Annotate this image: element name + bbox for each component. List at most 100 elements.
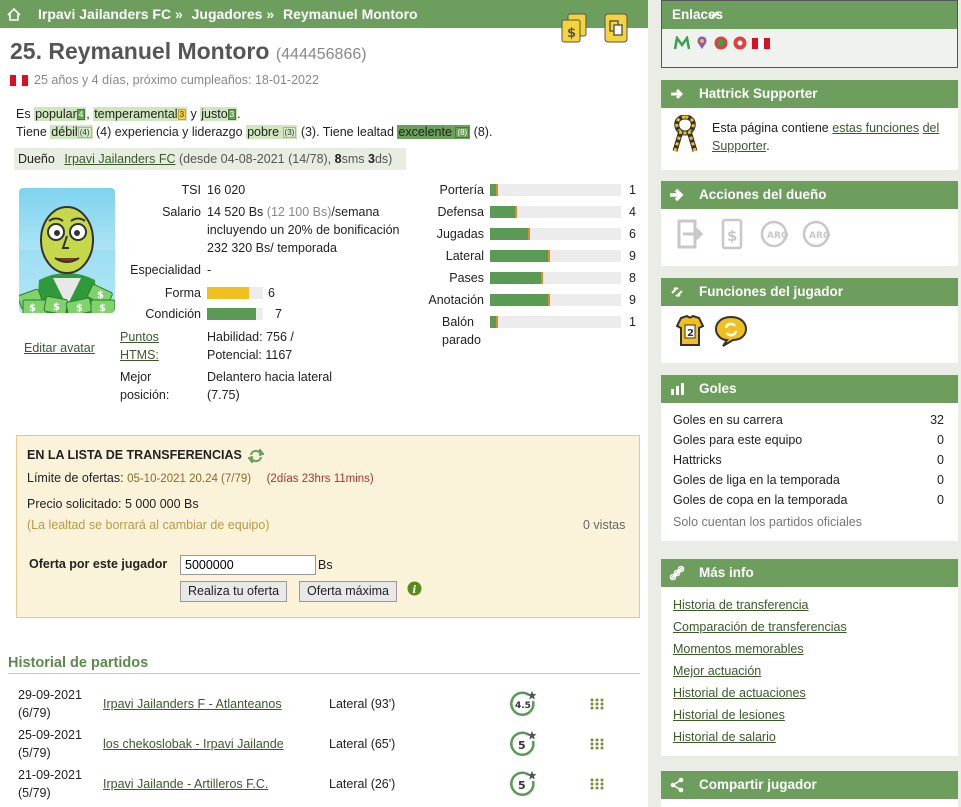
temperamental-level: 3: [177, 109, 187, 121]
skill-value: 1: [629, 315, 636, 329]
goals-box: Goles Goles en su carrera 32 Goles para e…: [661, 375, 958, 541]
best-performance-link[interactable]: Mejor actuación: [661, 660, 958, 682]
make-offer-button[interactable]: Realiza tu oferta: [180, 581, 288, 602]
transfer-compare-link[interactable]: Comparación de transferencias: [661, 616, 958, 638]
memorable-moments-link[interactable]: Momentos memorables: [661, 638, 958, 660]
star-rating-value: 5: [518, 739, 526, 752]
breadcrumb-team[interactable]: Irpavi Jailanders FC »: [38, 6, 183, 22]
star-rating-icon: 5: [510, 771, 537, 796]
match-date-text: 21-09-2021: [18, 768, 82, 782]
share-icon: [670, 777, 684, 793]
injury-history-link[interactable]: Historial de lesiones: [661, 704, 958, 726]
lineup-icon[interactable]: [589, 778, 605, 790]
condition-bar-fill: [207, 308, 256, 320]
player-id: (444456866): [275, 46, 367, 63]
breadcrumb-players[interactable]: Jugadores »: [192, 6, 274, 22]
leadership-text: pobre: [247, 125, 280, 139]
loyalty-level: (8): [455, 127, 470, 139]
match-link[interactable]: Irpavi Jailande - Artilleros F.C.: [103, 775, 268, 793]
temperamental-trait[interactable]: temperamental 3: [93, 107, 188, 121]
refresh-icon[interactable]: [247, 446, 266, 465]
promote-player-icon[interactable]: ARQ: [759, 217, 789, 251]
skill-value: 8: [629, 271, 636, 285]
arrow-right-icon: [670, 188, 684, 202]
offer-input[interactable]: [180, 555, 316, 575]
player-age-row: 25 años y 4 días, próximo cumpleaños: 18…: [10, 73, 319, 87]
desc-and: y: [190, 107, 197, 121]
loyalty-trait[interactable]: excelente (8): [397, 125, 471, 139]
honesty-level: 3: [227, 109, 237, 121]
owner-team-link[interactable]: Irpavi Jailanders FC: [64, 152, 175, 166]
link-icon: [671, 287, 683, 297]
supporter-text: Esta página contiene estas funciones del…: [712, 119, 948, 155]
match-link[interactable]: los chekoslobak - Irpavi Jailande: [103, 735, 284, 753]
best-position: Delantero hacia lateral: [207, 370, 333, 384]
htms-label[interactable]: Puntos HTMS:: [120, 328, 159, 364]
honesty-trait[interactable]: justo 3: [200, 107, 238, 121]
peru-link-icon[interactable]: [752, 37, 770, 49]
goals-note: Solo cuentan los partidos oficiales: [673, 515, 863, 529]
svg-text:$: $: [99, 303, 106, 313]
best-rating: (7.75): [207, 388, 240, 402]
sell-player-icon[interactable]: $: [717, 217, 747, 251]
player-description: Es popular 4, temperamental 3 y justo 3. Ti…: [16, 105, 492, 141]
goals-label: Hattricks: [673, 453, 722, 467]
skill-bar: [490, 316, 621, 328]
lineup-icon[interactable]: [589, 738, 605, 750]
svg-text:$: $: [29, 303, 36, 313]
deadline-value: 05-10-2021 20.24 (7/79): [127, 473, 252, 485]
performance-history-link[interactable]: Historial de actuaciones: [661, 682, 958, 704]
player-functions-header: Funciones del jugador: [661, 278, 958, 306]
match-link[interactable]: Irpavi Jailanders F - Atlanteanos: [103, 695, 282, 713]
player-comment-icon[interactable]: [713, 314, 749, 348]
edit-avatar-link[interactable]: Editar avatar: [24, 341, 95, 355]
home-icon[interactable]: [6, 6, 22, 22]
copy-player-icon[interactable]: [601, 12, 631, 44]
popular-trait[interactable]: popular 4: [34, 107, 87, 121]
location-link-icon[interactable]: [695, 36, 709, 50]
transfer-compare-icon[interactable]: $: [559, 12, 589, 44]
player-functions-title: Funciones del jugador: [699, 284, 844, 299]
svg-text:ARQ: ARQ: [767, 231, 789, 241]
match-date: 25-09-2021 (5/79): [18, 726, 82, 762]
edit-links-icon[interactable]: [710, 10, 720, 20]
supporter-header: Hattrick Supporter: [661, 80, 958, 108]
release-player-icon[interactable]: [675, 217, 705, 251]
goals-value: 0: [937, 493, 944, 507]
desc-text: Es: [16, 107, 31, 121]
match-date-text: 25-09-2021: [18, 728, 82, 742]
player-note-icon[interactable]: ARQ: [801, 217, 831, 251]
m-link-icon[interactable]: [674, 36, 690, 50]
info-icon[interactable]: i: [407, 581, 422, 596]
share-header[interactable]: Compartir jugador: [661, 771, 958, 799]
more-info-title: Más info: [699, 565, 754, 580]
ball-link-icon[interactable]: [733, 36, 747, 50]
experience-trait[interactable]: débil (4): [50, 125, 93, 139]
match-position: Lateral (93'): [329, 697, 396, 711]
lineup-icon[interactable]: [589, 698, 605, 710]
goals-title: Goles: [699, 381, 737, 396]
svg-text:i: i: [413, 585, 417, 596]
salary-local: (12 100 Bs): [266, 205, 332, 219]
goals-value: 0: [937, 433, 944, 447]
goals-header: Goles: [661, 375, 958, 403]
leadership-trait[interactable]: pobre (3): [246, 125, 298, 139]
goals-row: Goles de copa en la temporada 0: [661, 490, 958, 510]
skill-value: 4: [629, 205, 636, 219]
club-link-icon[interactable]: [714, 36, 728, 50]
match-date: 29-09-2021 (6/79): [18, 686, 82, 722]
supporter-link[interactable]: estas funciones: [832, 121, 919, 135]
skill-bar-tip: [547, 250, 550, 262]
salary-history-link[interactable]: Historial de salario: [661, 726, 958, 748]
goals-list: Goles en su carrera 32 Goles para este eq…: [661, 403, 958, 534]
supporter-ribbon-icon: [671, 114, 699, 156]
shirt-number-icon[interactable]: 2: [673, 314, 707, 348]
max-offer-button[interactable]: Oferta máxima: [299, 581, 397, 602]
htms-label-1[interactable]: Puntos: [120, 330, 159, 344]
links-box: Enlaces: [661, 0, 958, 68]
htms-label-2[interactable]: HTMS:: [120, 348, 159, 362]
desc-exp: (4) experiencia y liderazgo: [95, 125, 243, 139]
player-title: 25. Reymanuel Montoro (444456866): [10, 38, 367, 65]
skill-label: Lateral: [445, 249, 484, 263]
transfer-history-link[interactable]: Historia de transferencia: [661, 594, 958, 616]
